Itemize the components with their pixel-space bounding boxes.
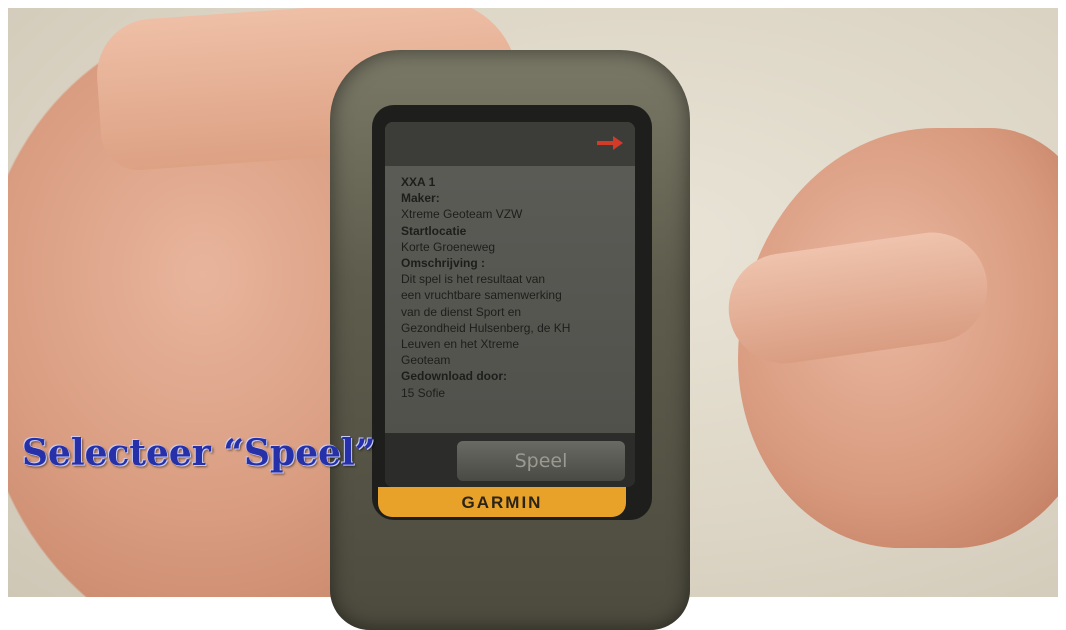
cartridge-description: XXA 1 Maker: Xtreme Geoteam VZW Startlocati… bbox=[401, 174, 626, 401]
screen-line: Omschrijving : bbox=[401, 256, 486, 271]
screen-line: van de dienst Sport en bbox=[401, 304, 522, 319]
screen-line: Xtreme Geoteam VZW bbox=[401, 207, 523, 222]
screen-line: Dit spel is het resultaat van bbox=[401, 272, 546, 287]
play-button[interactable]: Speel bbox=[457, 441, 625, 481]
screen-line: Startlocatie bbox=[401, 223, 467, 238]
caption-overlay: Selecteer “Speel” bbox=[22, 432, 376, 474]
device-screen: XXA 1 Maker: Xtreme Geoteam VZW Startlocati… bbox=[385, 122, 635, 487]
screen-line: Gezondheid Hulsenberg, de KH bbox=[401, 320, 571, 335]
garmin-logo: GARMIN bbox=[378, 487, 626, 517]
screen-line: 15 Sofie bbox=[401, 385, 446, 400]
right-arrow-icon[interactable] bbox=[597, 136, 623, 150]
screen-line: Korte Groeneweg bbox=[401, 239, 496, 254]
screen-header bbox=[385, 122, 635, 166]
screen-footer: Speel bbox=[385, 433, 635, 487]
screen-line: Maker: bbox=[401, 191, 440, 206]
screen-line: een vruchtbare samenwerking bbox=[401, 288, 562, 303]
screen-line: Geoteam bbox=[401, 353, 451, 368]
screen-line: Leuven en het Xtreme bbox=[401, 337, 520, 352]
screen-line: XXA 1 bbox=[401, 175, 436, 189]
screen-line: Gedownload door: bbox=[401, 369, 507, 384]
